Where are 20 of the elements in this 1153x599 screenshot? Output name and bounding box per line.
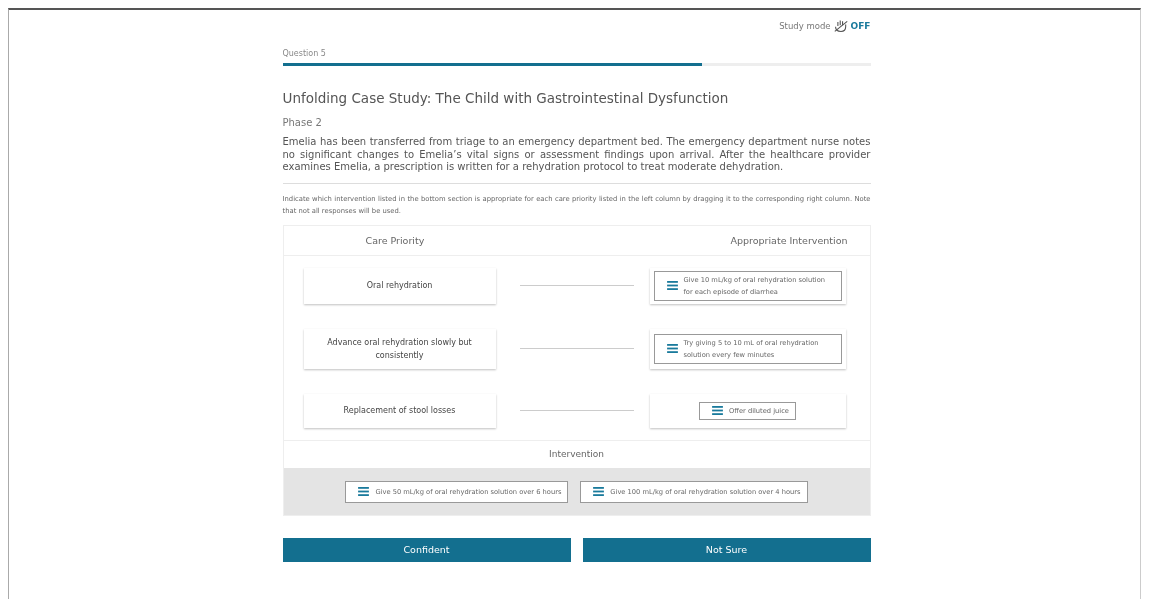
study-mode-toggle[interactable]: OFF bbox=[850, 21, 871, 31]
care-priority-card: Advance oral rehydration slowly but consistently bbox=[303, 328, 496, 369]
drag-handle-icon[interactable] bbox=[593, 487, 605, 496]
care-priority-card: Replacement of stool losses bbox=[303, 393, 496, 428]
scenario-paragraph: Emelia has been transferred from triage to an emergency department bed. The emergency department nurse notes no significant changes to Emelia’s vital signs or assessment findings upon arrival. After the healthcare provider examines Emelia, a prescription is written for a rehydration protocol to treat moderate dehydration. bbox=[282, 136, 871, 174]
study-mode-label: Study mode bbox=[779, 21, 831, 31]
column-header: Appropriate Intervention bbox=[730, 234, 848, 246]
care-priority-card: Oral rehydration bbox=[303, 267, 496, 304]
drag-handle-icon[interactable] bbox=[358, 487, 370, 496]
pool-header: Intervention bbox=[283, 439, 870, 468]
column-header: Care Priority bbox=[365, 234, 425, 246]
answer-button[interactable]: Not Sure bbox=[582, 537, 871, 562]
case-study-title: Unfolding Case Study: The Child with Gastrointestinal Dysfunction bbox=[282, 90, 730, 106]
drag-handle-icon[interactable] bbox=[666, 281, 678, 290]
drag-handle-icon[interactable] bbox=[712, 406, 724, 415]
hand-slash-icon[interactable] bbox=[832, 19, 849, 33]
answer-button[interactable]: Confident bbox=[282, 537, 571, 562]
phase-label: Phase 2 bbox=[282, 117, 323, 128]
question-label: Question 5 bbox=[282, 49, 327, 58]
drag-handle-icon[interactable] bbox=[666, 344, 678, 353]
